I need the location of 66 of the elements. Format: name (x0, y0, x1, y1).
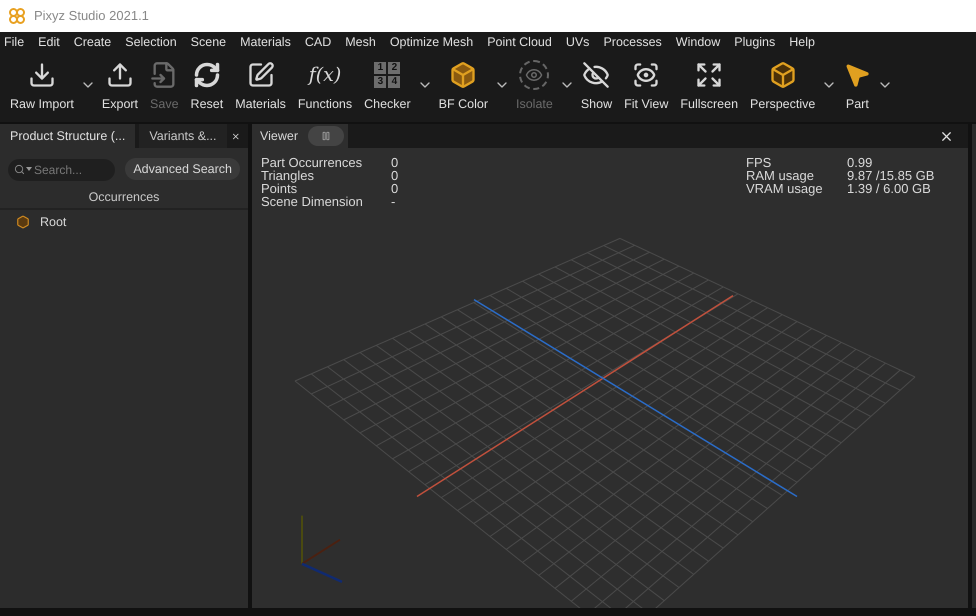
toolbar-button[interactable]: f(x) Functions (292, 52, 358, 114)
toolbar-button[interactable]: Show (574, 52, 618, 114)
eye-icon (519, 60, 550, 90)
stat-value: 9.87 /15.85 GB (847, 169, 934, 182)
menu-item[interactable]: Materials (240, 32, 291, 52)
stat-value: 0 (391, 182, 398, 195)
eye-off-icon (582, 61, 610, 89)
pause-button[interactable] (308, 126, 344, 146)
menu-item[interactable]: File (4, 32, 24, 52)
window-title: Pixyz Studio 2021.1 (34, 7, 149, 26)
pen-icon (246, 61, 275, 89)
expand-icon (695, 61, 724, 89)
menu-item[interactable]: Help (789, 32, 815, 52)
toolbar-button[interactable]: Raw Import (4, 52, 80, 114)
menu-item[interactable]: Edit (38, 32, 60, 52)
stat-label: Part Occurrences (261, 156, 364, 169)
stat-label: Scene Dimension (261, 195, 364, 208)
tree-item[interactable]: Root (0, 210, 248, 234)
menu-item[interactable]: UVs (566, 32, 590, 52)
panel-tab[interactable]: Variants &... (139, 124, 226, 148)
menu-item[interactable]: CAD (304, 32, 332, 52)
cube-icon (449, 61, 478, 89)
menu-item[interactable]: Processes (603, 32, 662, 52)
logo-icon (8, 7, 26, 25)
caret-icon (26, 167, 32, 171)
stat-label: RAM usage (746, 169, 815, 182)
scan-eye-icon (632, 61, 660, 89)
stat-value: - (391, 195, 396, 208)
menu-item[interactable]: Window (676, 32, 720, 52)
stat-label: FPS (746, 156, 772, 169)
toolbar-button[interactable]: Materials (229, 52, 292, 114)
toolbar-button[interactable]: Fit View (618, 52, 674, 114)
stat-label: Points (261, 182, 298, 195)
column-header: Occurrences (0, 186, 248, 210)
menu-item[interactable]: Create (74, 32, 112, 52)
cube-icon (768, 61, 797, 89)
advanced-search-button[interactable]: Advanced Search (125, 158, 240, 180)
toolbar-button[interactable]: Perspective (744, 52, 822, 114)
toolbar-button[interactable]: Export (96, 52, 144, 114)
panel-tab[interactable]: Product Structure (... (0, 124, 136, 148)
stat-value: 0.99 (847, 156, 874, 169)
search-icon (14, 164, 25, 175)
stat-value: 1.39 / 6.00 GB (847, 182, 932, 195)
menu-item[interactable]: Mesh (345, 32, 376, 52)
refresh-icon (192, 61, 221, 89)
menu-item[interactable]: Scene (190, 32, 226, 52)
menu-item[interactable]: Optimize Mesh (390, 32, 474, 52)
stat-label: VRAM usage (746, 182, 824, 195)
upload-icon (106, 61, 134, 89)
hexagon-icon (16, 215, 30, 229)
toolbar-button[interactable]: 1 2 3 4 Checker (358, 52, 417, 114)
menu-item[interactable]: Plugins (734, 32, 776, 52)
toolbar-button[interactable]: Part (837, 52, 878, 114)
menu-item[interactable]: Selection (125, 32, 177, 52)
menu-item[interactable]: Point Cloud (487, 32, 552, 52)
pause-icon (320, 131, 331, 141)
stat-value: 0 (391, 169, 398, 182)
toolbar-button[interactable]: Fullscreen (674, 52, 744, 114)
function-icon: f(x) (308, 61, 342, 89)
axis-gizmo-icon (301, 516, 343, 584)
search-field[interactable]: Search... (8, 159, 116, 181)
stat-value: 0 (391, 156, 398, 169)
toolbar-button[interactable]: BF Color (432, 52, 494, 114)
stat-label: Triangles (261, 169, 315, 182)
download-icon (28, 61, 56, 89)
toolbar-button[interactable]: Reset (184, 52, 230, 114)
